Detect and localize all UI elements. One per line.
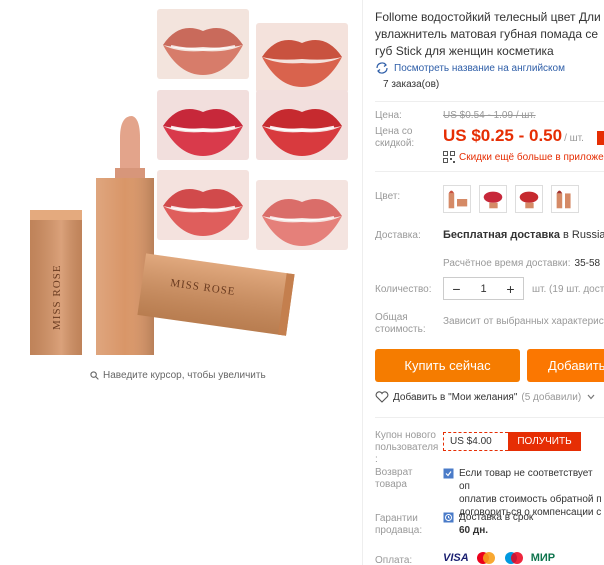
get-coupon-button[interactable]: ПОЛУЧИТЬ bbox=[508, 432, 581, 451]
buy-now-button[interactable]: Купить сейчас bbox=[375, 349, 520, 382]
shield-icon bbox=[443, 468, 454, 479]
return-line: Если товар не соответствует оп bbox=[459, 468, 593, 492]
visa-logo: VISA bbox=[443, 552, 469, 564]
translate-link-text[interactable]: Посмотреть название на английском bbox=[394, 63, 565, 74]
wishlist-link[interactable]: Добавить в "Мои желания" (5 добавили) bbox=[375, 391, 595, 403]
discount-price-label: Цена со скидкой: bbox=[375, 126, 415, 149]
discount-price: US $0.25 - 0.50/ шт. bbox=[443, 126, 584, 145]
payment-label: Оплата: bbox=[375, 555, 413, 565]
divider bbox=[375, 171, 604, 172]
search-icon bbox=[90, 371, 99, 380]
total-label: Общая стоимость: bbox=[375, 312, 426, 335]
price-badge bbox=[597, 131, 604, 145]
zoom-hint: Наведите курсор, чтобы увеличить bbox=[90, 370, 266, 381]
stock-note: шт. (19 шт. доступ bbox=[532, 284, 604, 295]
divider bbox=[375, 101, 604, 102]
original-price: US $0.54 - 1.09 / шт. bbox=[443, 110, 536, 121]
return-line: оплатив стоимость обратной п bbox=[459, 494, 602, 505]
new-user-coupon: US $4.00 ПОЛУЧИТЬ bbox=[443, 432, 581, 451]
quantity-label: Количество: bbox=[375, 284, 432, 295]
divider bbox=[375, 417, 604, 418]
product-title: Follome водостойкий телесный цвет Дли ув… bbox=[375, 9, 604, 60]
translate-icon bbox=[376, 62, 388, 74]
mastercard-logo bbox=[475, 551, 497, 565]
clock-icon bbox=[443, 512, 454, 523]
mir-logo: МИР bbox=[530, 552, 556, 564]
divider bbox=[362, 0, 363, 565]
brand-text-left: MISS ROSE bbox=[51, 264, 63, 330]
qr-code-icon bbox=[443, 151, 455, 163]
wishlist-text[interactable]: Добавить в "Мои желания" bbox=[393, 392, 517, 403]
price-label: Цена: bbox=[375, 110, 402, 121]
wishlist-count: (5 добавили) bbox=[521, 391, 582, 403]
app-promo-text[interactable]: Скидки ещё больше в приложен bbox=[459, 152, 604, 163]
decrease-button[interactable]: − bbox=[444, 278, 469, 299]
quantity-input[interactable]: 1 bbox=[469, 283, 498, 295]
color-option[interactable] bbox=[551, 185, 579, 213]
coupon-label: Купон нового пользователя : bbox=[375, 430, 439, 465]
return-label: Возврат товара bbox=[375, 467, 413, 490]
title-line: Follome водостойкий телесный цвет Дли bbox=[375, 10, 601, 24]
app-promo[interactable]: Скидки ещё больше в приложен bbox=[443, 151, 604, 163]
color-label: Цвет: bbox=[375, 191, 401, 202]
shipping-method[interactable]: Бесплатная доставка в Russian Fe bbox=[443, 229, 604, 241]
lip-swatch-1[interactable] bbox=[157, 9, 249, 79]
product-gallery: MISS ROSE MISS ROSE Наведите курсор, что… bbox=[0, 0, 362, 565]
guarantee-line: Доставка в срок bbox=[459, 512, 534, 523]
heart-icon bbox=[375, 391, 389, 403]
total-note: Зависит от выбранных характерис bbox=[443, 316, 604, 327]
color-option[interactable] bbox=[515, 185, 543, 213]
color-options bbox=[443, 185, 579, 213]
product-image[interactable]: MISS ROSE MISS ROSE bbox=[20, 110, 300, 355]
product-details: Follome водостойкий телесный цвет Дли ув… bbox=[375, 0, 604, 565]
seller-guarantee: Доставка в срок 60 дн. bbox=[443, 511, 533, 537]
guarantee-line: 60 дн. bbox=[459, 525, 489, 536]
translate-link[interactable]: Посмотреть название на английском bbox=[375, 61, 565, 75]
add-to-cart-button[interactable]: Добавить bbox=[527, 349, 604, 382]
title-line: губ Stick для женщин косметика bbox=[375, 44, 554, 58]
shipping-time: Расчётное время доставки: 35-58 bbox=[443, 258, 601, 269]
quantity-stepper[interactable]: − 1 + bbox=[443, 277, 524, 300]
increase-button[interactable]: + bbox=[498, 278, 523, 299]
color-option[interactable] bbox=[443, 185, 471, 213]
shipping-label: Доставка: bbox=[375, 230, 421, 241]
lip-swatch-2[interactable] bbox=[256, 23, 348, 93]
maestro-logo bbox=[503, 551, 525, 565]
zoom-hint-text: Наведите курсор, чтобы увеличить bbox=[103, 370, 266, 381]
orders-count: 7 заказа(ов) bbox=[383, 79, 440, 90]
chevron-down-icon[interactable] bbox=[587, 394, 595, 400]
coupon-amount: US $4.00 bbox=[443, 432, 508, 451]
title-line: увлажнитель матовая губная помада се bbox=[375, 27, 599, 41]
color-option[interactable] bbox=[479, 185, 507, 213]
payment-methods: VISA МИР bbox=[443, 551, 555, 565]
guarantee-label: Гарантии продавца: bbox=[375, 513, 423, 536]
